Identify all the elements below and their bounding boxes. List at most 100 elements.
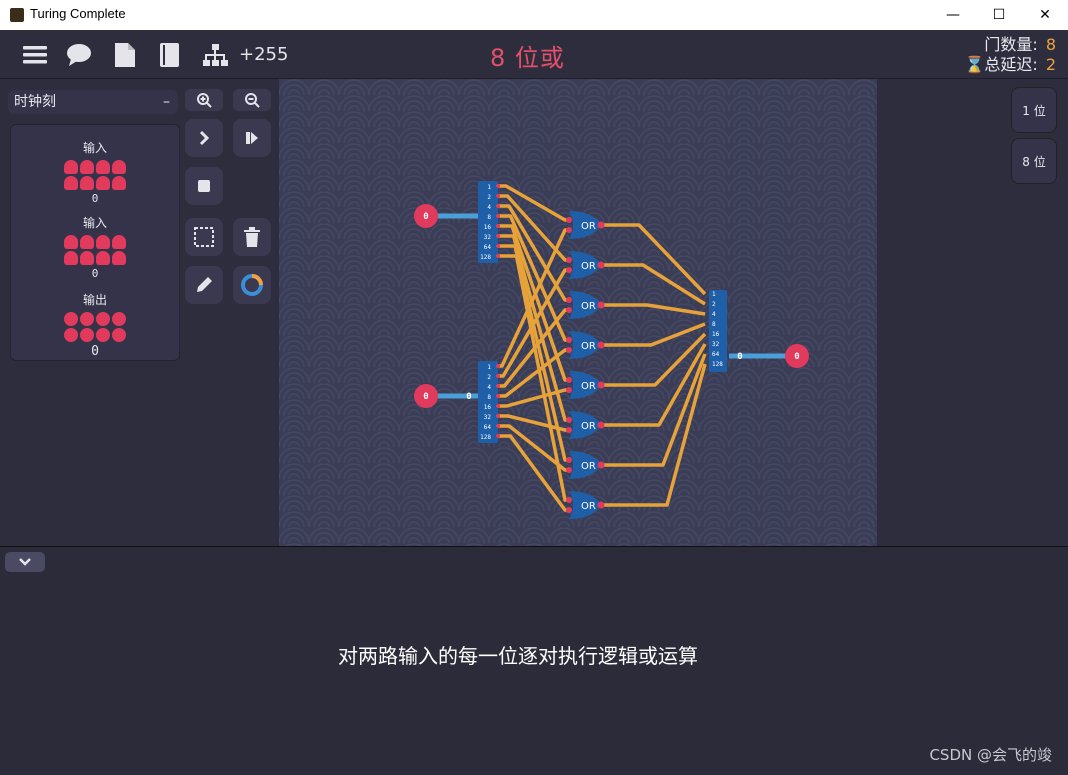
bit-label: 64 [484,424,492,431]
pin-dot [597,421,605,429]
or-gate-label: OR [581,261,596,272]
bit-label: 8 [487,394,491,401]
pin-dot [496,414,500,418]
hierarchy-icon[interactable] [202,42,228,68]
step-button[interactable] [185,119,223,157]
bit-width-8-button[interactable]: 8 位 [1011,138,1057,184]
bit-label: 16 [712,331,720,338]
pin-grid [11,160,179,190]
pin-dot [496,254,500,258]
bit-label: 2 [712,301,716,308]
pin-dot [496,434,500,438]
pin-dot [566,267,572,273]
pin-dot [496,374,500,378]
pin-dot [496,364,500,368]
output-bus-value: 0 [737,352,742,362]
bit-label: 1 [712,291,716,298]
or-gate-label: OR [581,501,596,512]
bit-label: 32 [484,234,492,241]
pin-dot [597,261,605,269]
trash-icon [244,227,260,247]
bit-label: 2 [487,194,491,201]
pin-dot [496,224,500,228]
pin-dot [496,404,500,408]
app-icon [10,8,24,22]
delete-button[interactable] [233,218,271,256]
input-b-value: 0 [423,392,428,402]
circuit-canvas[interactable]: 1 2 4 8 16 32 64 128 1 2 4 8 16 32 64 128 1 2 4 8 16 32 64 128 O… [279,79,877,546]
pin-dot [496,234,500,238]
bit-label: 4 [712,311,716,318]
chevron-down-icon [19,558,31,566]
dropdown-toggle[interactable]: – [163,90,170,114]
bit-label: 4 [487,384,491,391]
input-component-b[interactable]: 输入 0 [11,214,179,280]
pin-dot [566,497,572,503]
pin-grid [11,235,179,265]
pin-dot [566,467,572,473]
output-value: 0 [794,352,799,362]
bit-label: 128 [480,254,491,261]
pin-dot [566,457,572,463]
clock-tick-dropdown[interactable]: 时钟刻 – [8,90,178,114]
level-title: 8 位或 [490,44,565,72]
chat-icon[interactable] [66,42,92,68]
bit-label: 32 [484,414,492,421]
zoom-in-button[interactable] [185,89,223,111]
pin-dot [496,394,500,398]
bit-label: 4 [487,204,491,211]
select-button[interactable] [185,218,223,256]
bit-label: 1 [487,364,491,371]
bit-label: 128 [480,434,491,441]
zoom-out-icon [245,93,260,108]
pin-dot [496,244,500,248]
component-list: 输入 0 输入 0 输出 0 [10,124,180,361]
dropdown-label: 时钟刻 [14,94,56,110]
bit-width-1-button[interactable]: 1 位 [1011,87,1057,133]
close-button[interactable]: ✕ [1022,0,1068,30]
component-label: 输入 [82,216,107,230]
zoom-out-button[interactable] [233,89,271,111]
pin-dot [597,301,605,309]
stop-icon [198,180,210,192]
pin-dot [597,341,605,349]
pin-dot [496,424,500,428]
window-titlebar: Turing Complete — ☐ ✕ [0,0,1068,30]
stop-button[interactable] [185,167,223,205]
or-gate-label: OR [581,221,596,232]
collapse-button[interactable] [5,552,45,572]
output-component[interactable]: 输出 0 [11,291,179,359]
component-value: 0 [91,344,99,359]
bit-label: 2 [487,374,491,381]
pin-dot [566,417,572,423]
menu-icon[interactable] [22,42,48,68]
selection-icon [194,227,214,247]
play-button[interactable] [233,119,271,157]
book-icon[interactable] [157,42,183,68]
bit-label: 16 [484,224,492,231]
chevron-right-icon [199,130,210,146]
document-icon[interactable] [112,42,138,68]
pin-dot [496,194,500,198]
input-component-a[interactable]: 输入 0 [11,139,179,205]
bit-label: 8 [712,321,716,328]
input-b-bus-value: 0 [466,392,471,402]
pencil-icon [197,277,212,292]
window-title: Turing Complete [30,6,126,21]
pin-dot [597,461,605,469]
pin-dot [496,384,500,388]
pencil-button[interactable] [185,266,223,304]
circuit-diagram[interactable]: 1 2 4 8 16 32 64 128 1 2 4 8 16 32 64 128 1 2 4 8 16 32 64 128 O… [279,79,877,546]
minimize-button[interactable]: — [930,0,976,30]
component-value: 0 [91,192,99,205]
maximize-button[interactable]: ☐ [976,0,1022,30]
bit-label: 64 [712,351,720,358]
bit-label: 128 [712,361,723,368]
or-gate-label: OR [581,341,596,352]
play-step-icon [246,132,258,144]
score-counter: +255 [239,44,289,65]
color-button[interactable] [233,266,271,304]
or-gate-label: OR [581,461,596,472]
level-description: 对两路输入的每一位逐对执行逻辑或运算 [338,644,698,668]
level-stats: 门数量: 8 ⌛总延迟: 2 [964,35,1056,75]
